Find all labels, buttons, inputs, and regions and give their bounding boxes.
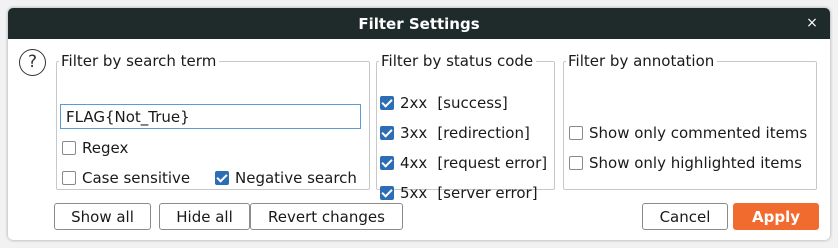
title-bar: Filter Settings ×	[8, 8, 830, 39]
status-2xx-option[interactable]: 2xx [success]	[380, 94, 508, 112]
status-4xx-checkbox[interactable]	[380, 156, 394, 170]
annotation-group: Filter by annotation Show only commented…	[563, 52, 817, 190]
status-2xx-desc: [success]	[437, 94, 508, 112]
cancel-button[interactable]: Cancel	[642, 203, 728, 230]
status-3xx-code: 3xx	[400, 124, 428, 142]
hide-all-button[interactable]: Hide all	[159, 203, 250, 230]
status-2xx-checkbox[interactable]	[380, 96, 394, 110]
case-sensitive-checkbox[interactable]	[62, 171, 76, 185]
negative-search-label: Negative search	[235, 169, 357, 187]
search-input[interactable]	[60, 104, 361, 129]
regex-label: Regex	[82, 139, 129, 157]
highlighted-label: Show only highlighted items	[589, 154, 802, 172]
negative-search-option[interactable]: Negative search	[215, 169, 357, 187]
status-code-legend: Filter by status code	[381, 52, 534, 70]
close-icon[interactable]: ×	[804, 15, 820, 31]
help-icon[interactable]: ?	[19, 49, 46, 76]
commented-option[interactable]: Show only commented items	[569, 124, 807, 142]
dialog-title: Filter Settings	[358, 15, 480, 33]
status-5xx-checkbox[interactable]	[380, 186, 394, 200]
status-3xx-checkbox[interactable]	[380, 126, 394, 140]
search-term-legend: Filter by search term	[61, 52, 217, 70]
status-4xx-option[interactable]: 4xx [request error]	[380, 154, 547, 172]
highlighted-option[interactable]: Show only highlighted items	[569, 154, 802, 172]
show-all-button[interactable]: Show all	[54, 203, 151, 230]
negative-search-checkbox[interactable]	[215, 171, 229, 185]
revert-changes-button[interactable]: Revert changes	[250, 203, 403, 230]
status-code-group: Filter by status code 2xx [success] 3xx …	[376, 52, 555, 202]
highlighted-checkbox[interactable]	[569, 156, 583, 170]
status-5xx-desc: [server error]	[437, 184, 538, 202]
commented-label: Show only commented items	[589, 124, 808, 142]
status-4xx-desc: [request error]	[437, 154, 548, 172]
status-3xx-option[interactable]: 3xx [redirection]	[380, 124, 530, 142]
case-sensitive-option[interactable]: Case sensitive	[62, 169, 190, 187]
regex-checkbox[interactable]	[62, 141, 76, 155]
status-5xx-option[interactable]: 5xx [server error]	[380, 184, 538, 202]
status-3xx-desc: [redirection]	[437, 124, 530, 142]
status-4xx-code: 4xx	[400, 154, 428, 172]
regex-option[interactable]: Regex	[62, 139, 128, 157]
status-5xx-code: 5xx	[400, 184, 428, 202]
status-2xx-code: 2xx	[400, 94, 428, 112]
annotation-legend: Filter by annotation	[568, 52, 715, 70]
case-sensitive-label: Case sensitive	[82, 169, 191, 187]
apply-button[interactable]: Apply	[733, 203, 819, 230]
search-term-group: Filter by search term Regex Case sensiti…	[56, 52, 370, 190]
filter-settings-dialog: Filter Settings × ? Filter by search ter…	[8, 8, 830, 240]
commented-checkbox[interactable]	[569, 126, 583, 140]
